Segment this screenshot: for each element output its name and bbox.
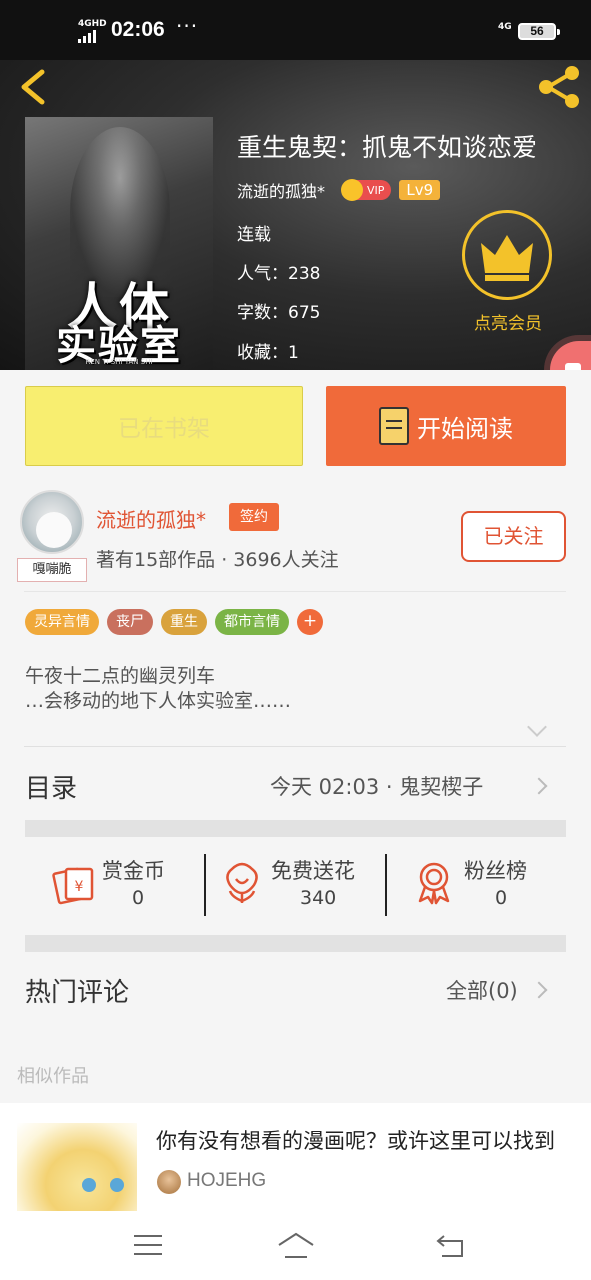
reward-coins-stat[interactable]: ¥ 赏金币 0: [50, 855, 190, 917]
book-favorites: 收藏：1: [237, 343, 299, 363]
follow-button[interactable]: 已关注: [461, 511, 566, 562]
reward-coins-label: 赏金币: [102, 859, 165, 883]
synopsis-line: 午夜十二点的幽灵列车: [25, 665, 216, 687]
similar-work-title[interactable]: 你有没有想看的漫画呢？或许这里可以找到: [156, 1125, 576, 1155]
book-detail-body: 已在书架 开始阅读 嘎嘣脆 流逝的孤独* 签约 著有15部作品 · 3696人关…: [0, 370, 591, 1100]
vip-badge: VIP: [341, 179, 392, 201]
back-arrow-icon[interactable]: [14, 62, 54, 112]
divider: [24, 591, 566, 592]
reward-coins-value: 0: [132, 887, 145, 909]
cover-pinyin: REN TI SHI YAN SHI: [85, 358, 153, 366]
tag-item[interactable]: 重生: [161, 609, 207, 635]
avatar-tag: 嘎嘣脆: [17, 558, 87, 582]
book-status: 连载: [237, 225, 271, 245]
network-type: 4GHD: [78, 19, 107, 29]
status-bar: 4GHD 02:06 ··· 4G 56: [0, 0, 591, 60]
tag-item[interactable]: 丧尸: [107, 609, 153, 635]
divider: [385, 854, 387, 916]
sign-badge: 签约: [229, 503, 279, 531]
writer-avatar[interactable]: [20, 490, 84, 554]
fan-ranking-stat[interactable]: 粉丝榜 0: [414, 855, 564, 917]
hot-comments-title: 热门评论: [25, 978, 130, 1008]
system-nav-bar: [0, 1211, 591, 1280]
fan-ranking-label: 粉丝榜: [464, 859, 527, 883]
add-tag-button[interactable]: +: [297, 609, 323, 635]
all-comments-link[interactable]: 全部(0): [446, 975, 518, 1005]
section-separator: [25, 935, 566, 952]
author-name[interactable]: 流逝的孤独*: [237, 178, 325, 202]
author-row: 流逝的孤独* VIP Lv9: [237, 178, 441, 202]
network-indicator: 4GHD: [78, 20, 107, 43]
share-icon[interactable]: [534, 62, 584, 112]
start-reading-button[interactable]: 开始阅读: [326, 386, 566, 466]
writer-stats: 著有15部作品 · 3696人关注: [96, 549, 339, 571]
back-icon[interactable]: [436, 1233, 466, 1259]
tag-item[interactable]: 都市言情: [215, 609, 289, 635]
start-reading-label: 开始阅读: [417, 414, 513, 443]
synopsis-line: …会移动的地下人体实验室……: [25, 690, 292, 712]
vip-label: VIP: [367, 183, 385, 197]
free-flower-stat[interactable]: 免费送花 340: [222, 855, 382, 917]
shelf-button[interactable]: 已在书架: [25, 386, 303, 466]
book-title: 重生鬼契：抓鬼不如谈恋爱: [237, 133, 538, 162]
book-popularity: 人气：238: [237, 264, 321, 284]
similar-work-author: HOJEHG: [187, 1170, 267, 1191]
author-avatar-icon: [157, 1170, 181, 1194]
menu-icon[interactable]: [134, 1235, 162, 1255]
signal-icon: 4G: [498, 22, 512, 32]
similar-works-title: 相似作品: [17, 1066, 89, 1087]
book-cover[interactable]: 人体 实验室 REN TI SHI YAN SHI: [25, 117, 213, 370]
vip-crown-icon: [341, 179, 364, 201]
status-more: ···: [176, 14, 199, 38]
status-time: 02:06: [111, 18, 165, 41]
member-label[interactable]: 点亮会员: [463, 309, 553, 334]
divider: [204, 854, 206, 916]
red-envelope-icon: ¥: [52, 867, 94, 905]
free-flower-label: 免费送花: [271, 859, 355, 883]
catalog-label[interactable]: 目录: [25, 768, 77, 805]
synopsis[interactable]: 午夜十二点的幽灵列车 …会移动的地下人体实验室……: [25, 664, 291, 714]
level-badge: Lv9: [399, 180, 441, 200]
battery-icon: 56: [518, 23, 560, 40]
flower-icon: [226, 862, 258, 903]
fan-ranking-value: 0: [495, 887, 508, 909]
book-header: 4GHD 02:06 ··· 4G 56 人体 实验室 REN TI SHI Y…: [0, 0, 591, 370]
home-icon[interactable]: [277, 1231, 315, 1261]
tag-list: 灵异言情 丧尸 重生 都市言情 +: [25, 609, 323, 635]
member-button[interactable]: [462, 210, 552, 300]
book-icon: [379, 407, 409, 445]
book-word-count: 字数：675: [237, 303, 321, 323]
writer-name[interactable]: 流逝的孤独*: [96, 504, 206, 533]
section-separator: [25, 820, 566, 837]
similar-work-item[interactable]: 你有没有想看的漫画呢？或许这里可以找到 HOJEHG: [0, 1103, 591, 1211]
tag-item[interactable]: 灵异言情: [25, 609, 99, 635]
medal-icon: [418, 862, 450, 905]
crown-icon: [481, 235, 533, 281]
free-flower-value: 340: [300, 887, 337, 909]
similar-work-thumbnail[interactable]: [17, 1123, 137, 1211]
latest-chapter-info[interactable]: 今天 02:03 · 鬼契楔子: [270, 771, 483, 801]
svg-text:¥: ¥: [75, 879, 84, 895]
chevron-right-icon[interactable]: [530, 981, 548, 999]
divider: [24, 746, 566, 747]
expand-chevron-icon[interactable]: [527, 717, 547, 737]
chevron-right-icon[interactable]: [530, 777, 548, 795]
